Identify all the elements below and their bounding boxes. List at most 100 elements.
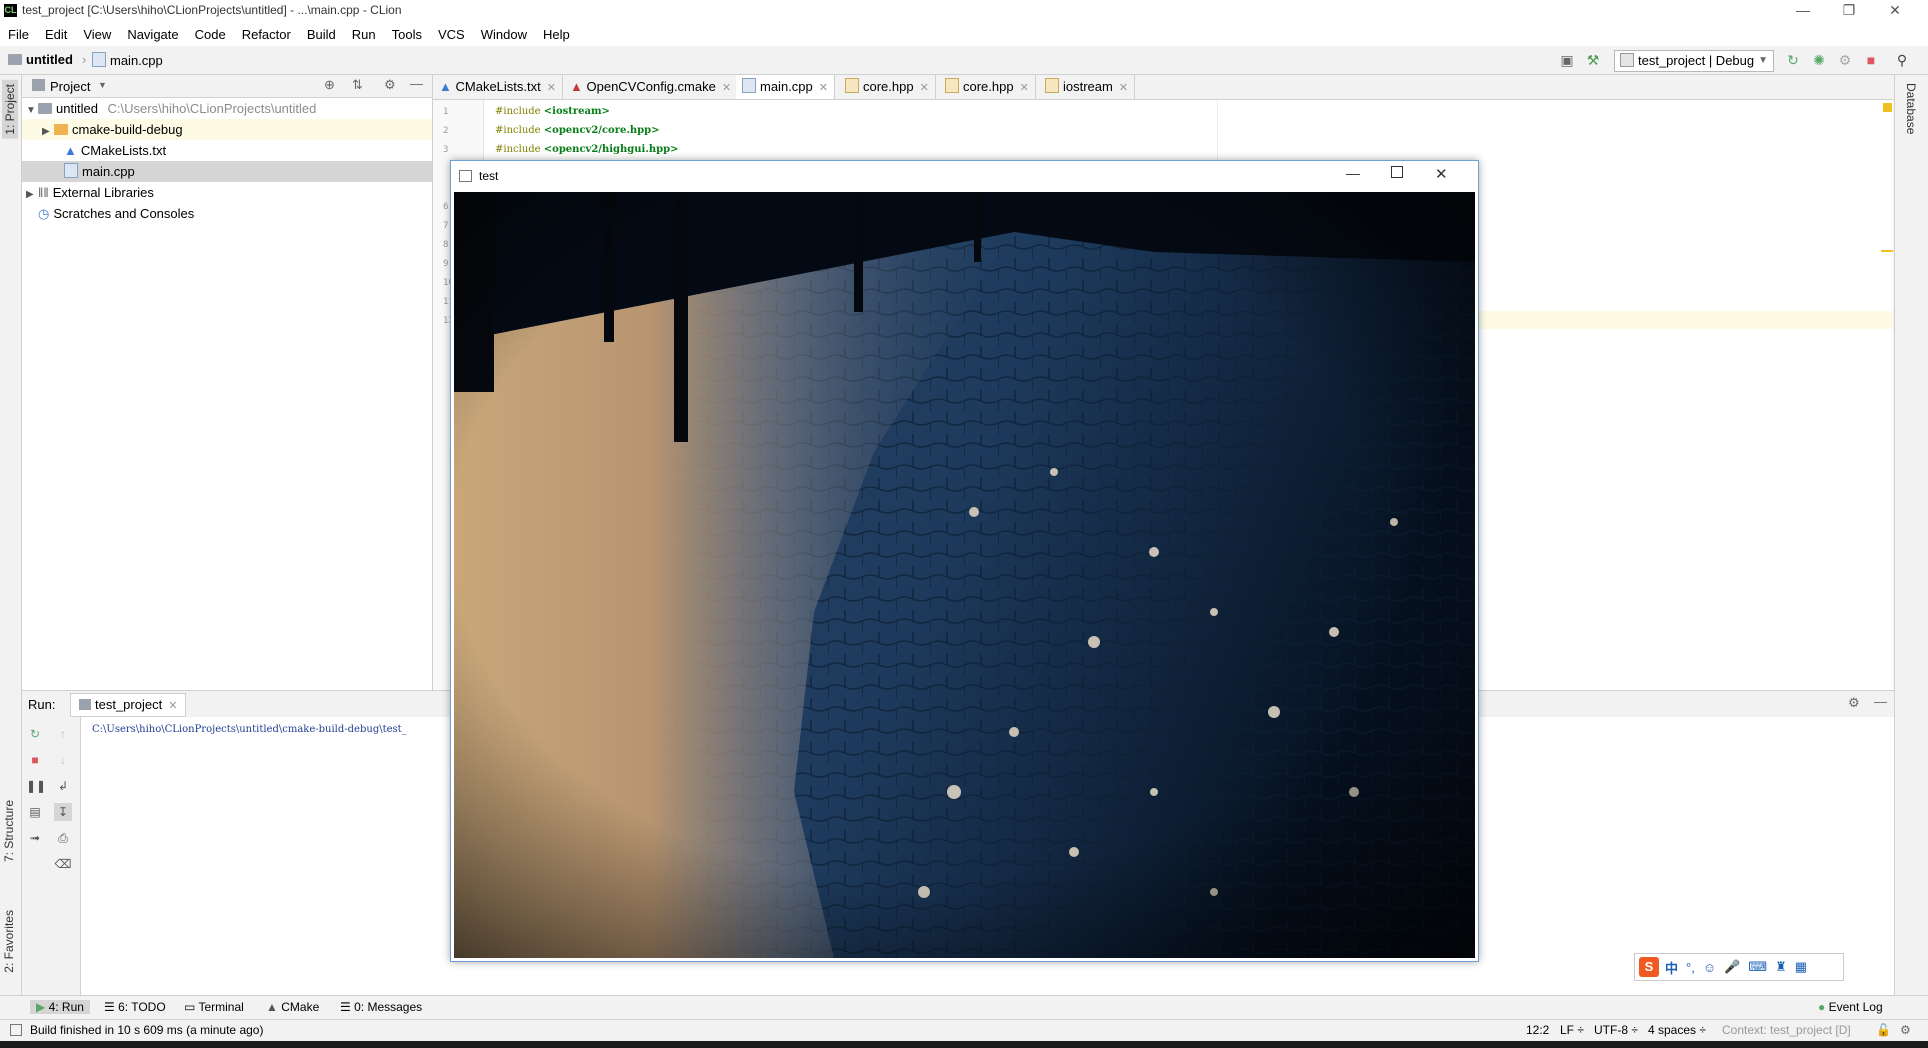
inspector-icon[interactable]: ⚙ <box>1900 1023 1911 1037</box>
menu-code[interactable]: Code <box>193 24 228 45</box>
print-icon[interactable]: ⎙ <box>54 829 72 847</box>
menu-refactor[interactable]: Refactor <box>240 24 293 45</box>
build-hammer-icon[interactable]: ⚒ <box>1584 51 1602 69</box>
hide-icon[interactable]: — <box>1874 694 1887 709</box>
gear-icon[interactable]: ⚙ <box>1848 695 1860 711</box>
maximize-icon[interactable] <box>1391 166 1403 178</box>
menu-vcs[interactable]: VCS <box>436 24 467 45</box>
punctuation-icon[interactable]: °, <box>1686 960 1695 975</box>
tool-tab-todo[interactable]: ☰ 6: TODO <box>104 1000 166 1014</box>
analysis-status-icon[interactable] <box>1883 103 1892 112</box>
image-window-title-bar[interactable]: test — ✕ <box>451 161 1478 191</box>
down-arrow-icon[interactable]: ↓ <box>54 751 72 769</box>
menu-help[interactable]: Help <box>541 24 572 45</box>
close-tab-icon[interactable]: ✕ <box>920 82 929 94</box>
close-tab-icon[interactable]: ✕ <box>722 82 731 94</box>
layout-icon[interactable]: ▤ <box>26 803 44 821</box>
locate-icon[interactable]: ⊕ <box>324 77 335 93</box>
tree-root[interactable]: ▼ untitled C:\Users\hiho\CLionProjects\un… <box>22 98 432 119</box>
close-tab-icon[interactable]: ✕ <box>168 700 177 712</box>
close-icon[interactable]: ✕ <box>1872 0 1918 22</box>
tab-main-cpp[interactable]: main.cpp ✕ <box>736 75 835 99</box>
menu-edit[interactable]: Edit <box>43 24 69 45</box>
indent-setting[interactable]: 4 spaces ÷ <box>1648 1023 1706 1037</box>
ime-language-toggle[interactable]: 中 <box>1665 958 1678 977</box>
tab-iostream[interactable]: iostream ✕ <box>1039 75 1136 99</box>
gear-icon[interactable]: ⚙ <box>384 77 396 93</box>
up-arrow-icon[interactable]: ↑ <box>54 725 72 743</box>
emoji-icon[interactable]: ☺ <box>1703 960 1716 975</box>
run-tab[interactable]: test_project ✕ <box>70 693 187 717</box>
menu-tools[interactable]: Tools <box>390 24 424 45</box>
tool-tab-run[interactable]: ▶ 4: Run <box>30 1000 90 1014</box>
tab-core-hpp-2[interactable]: core.hpp ✕ <box>939 75 1036 99</box>
code-line[interactable]: #include <iostream> <box>495 106 610 117</box>
tree-item-cmake-build-debug[interactable]: ▶ cmake-build-debug <box>22 119 432 140</box>
tool-tab-messages[interactable]: ☰ 0: Messages <box>340 1000 422 1014</box>
microphone-icon[interactable]: 🎤 <box>1724 959 1740 975</box>
layout-icon[interactable]: ▣ <box>1558 51 1576 69</box>
soft-wrap-icon[interactable]: ↲ <box>54 777 72 795</box>
coverage-icon[interactable]: ⚙ <box>1836 51 1854 69</box>
menu-build[interactable]: Build <box>305 24 338 45</box>
file-encoding[interactable]: UTF-8 ÷ <box>1594 1023 1638 1037</box>
scroll-to-end-icon[interactable]: ↧ <box>54 803 72 821</box>
tree-item-cmakelists[interactable]: ▲ CMakeLists.txt <box>22 140 432 161</box>
menu-window[interactable]: Window <box>479 24 529 45</box>
tool-tab-terminal[interactable]: ▭ Terminal <box>184 1000 244 1014</box>
hide-icon[interactable]: — <box>410 76 423 91</box>
structure-tool-tab[interactable]: 7: Structure <box>2 800 16 862</box>
tab-opencvconfig[interactable]: ▲ OpenCVConfig.cmake ✕ <box>564 75 739 99</box>
database-tool-tab[interactable]: Database <box>1904 83 1918 134</box>
close-tab-icon[interactable]: ✕ <box>1020 82 1029 94</box>
tab-cmakelists[interactable]: ▲ CMakeLists.txt ✕ <box>433 75 563 99</box>
skin-icon[interactable]: ♜ <box>1775 959 1787 975</box>
trash-icon[interactable]: ⌫ <box>54 855 72 873</box>
minimize-icon[interactable]: — <box>1780 0 1826 22</box>
chevron-down-icon[interactable]: ▼ <box>98 80 107 90</box>
run-config-select[interactable]: test_project | Debug ▼ <box>1614 50 1774 72</box>
status-message[interactable]: Build finished in 10 s 609 ms (a minute … <box>30 1023 263 1037</box>
line-separator[interactable]: LF ÷ <box>1560 1023 1584 1037</box>
debug-icon[interactable]: ✺ <box>1810 51 1828 69</box>
menu-file[interactable]: File <box>6 24 31 45</box>
rerun-icon[interactable]: ↻ <box>1784 51 1802 69</box>
image-window[interactable]: test — ✕ <box>450 160 1479 962</box>
project-view-select[interactable]: Project <box>50 79 90 94</box>
restore-icon[interactable]: ❐ <box>1826 0 1872 22</box>
collapse-all-icon[interactable]: ⇅ <box>352 77 363 93</box>
breadcrumb-file[interactable]: main.cpp <box>92 52 163 68</box>
rerun-icon[interactable]: ↻ <box>26 725 44 743</box>
project-tool-tab[interactable]: 1: Project <box>2 80 18 139</box>
code-line[interactable]: #include <opencv2/highgui.hpp> <box>495 144 678 155</box>
pause-icon[interactable]: ❚❚ <box>26 777 46 795</box>
tab-core-hpp-1[interactable]: core.hpp ✕ <box>839 75 936 99</box>
resolve-context[interactable]: Context: test_project [D] <box>1722 1023 1851 1037</box>
caret-position[interactable]: 12:2 <box>1526 1023 1549 1037</box>
pin-icon[interactable]: ➟ <box>26 829 44 847</box>
menu-run[interactable]: Run <box>350 24 378 45</box>
warning-marker[interactable] <box>1881 250 1893 252</box>
stop-icon[interactable]: ■ <box>26 751 44 769</box>
close-tab-icon[interactable]: ✕ <box>547 82 556 94</box>
stop-icon[interactable]: ■ <box>1862 51 1880 69</box>
lock-icon[interactable]: 🔓 <box>1876 1023 1891 1037</box>
close-tab-icon[interactable]: ✕ <box>1119 82 1128 94</box>
favorites-tool-tab[interactable]: 2: Favorites <box>2 910 16 973</box>
toolbox-icon[interactable]: ▦ <box>1795 959 1807 975</box>
search-icon[interactable]: ⚲ <box>1893 51 1911 69</box>
code-line[interactable]: #include <opencv2/core.hpp> <box>495 125 659 136</box>
menu-view[interactable]: View <box>81 24 113 45</box>
breadcrumb-project[interactable]: untitled <box>8 52 73 67</box>
close-tab-icon[interactable]: ✕ <box>819 82 828 94</box>
sogou-logo-icon[interactable]: S <box>1639 957 1659 977</box>
tree-item-scratches[interactable]: ◷ Scratches and Consoles <box>22 203 432 224</box>
tool-tab-cmake[interactable]: ▲ CMake <box>266 1000 319 1014</box>
minimize-icon[interactable]: — <box>1346 165 1360 181</box>
console-output[interactable]: C:\Users\hiho\CLionProjects\untitled\cma… <box>92 724 407 735</box>
keyboard-icon[interactable]: ⌨ <box>1748 959 1767 975</box>
event-log-button[interactable]: ● Event Log <box>1818 1000 1883 1014</box>
tree-item-external-libraries[interactable]: ▶ ‖‖ External Libraries <box>22 182 432 203</box>
menu-navigate[interactable]: Navigate <box>125 24 180 45</box>
toggle-tool-windows-icon[interactable] <box>10 1024 22 1036</box>
